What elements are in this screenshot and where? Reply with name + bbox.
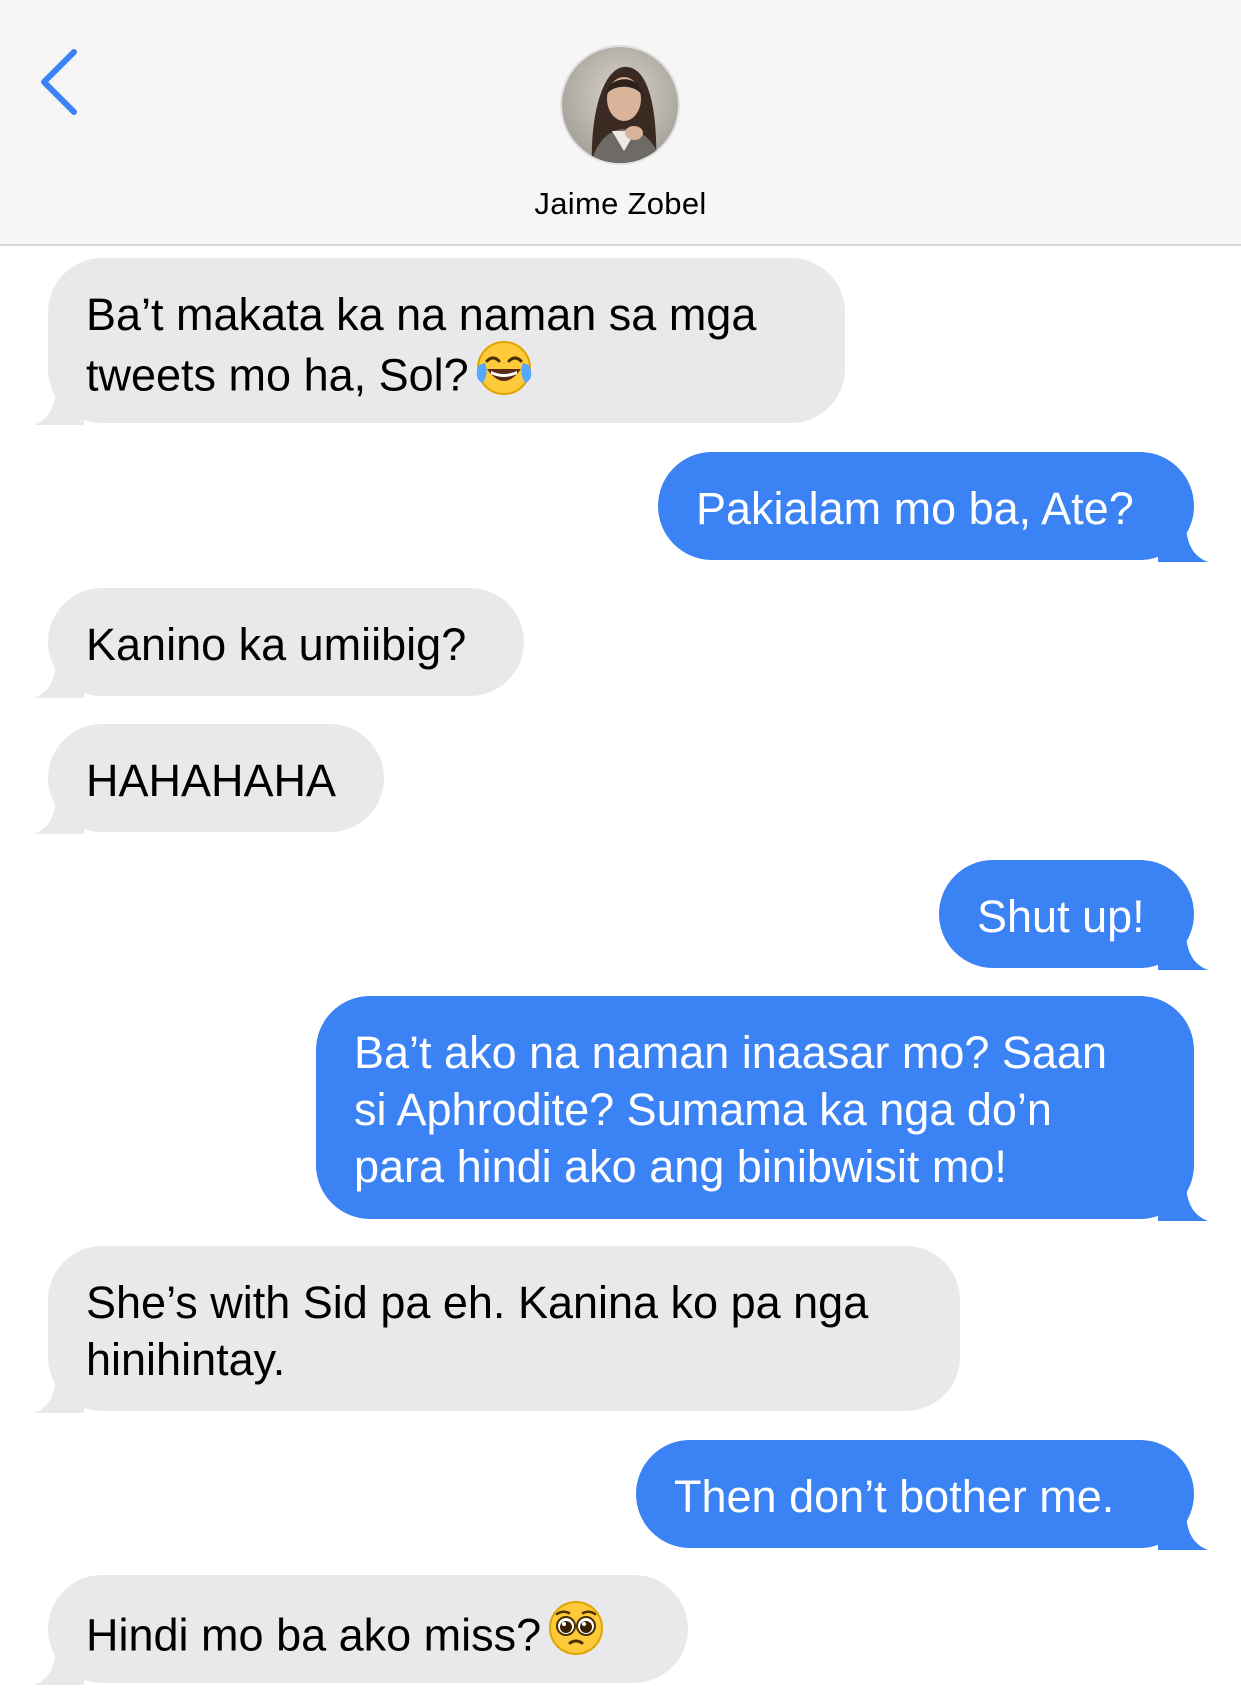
- message-text: HAHAHAHA: [86, 755, 337, 806]
- message-text: Ba’t ako na naman inaasar mo? Saan si Ap…: [354, 1027, 1107, 1192]
- message-text: Ba’t makata ka na naman sa mga tweets mo…: [86, 289, 757, 401]
- back-button[interactable]: [30, 40, 90, 120]
- message-text: She’s with Sid pa eh. Kanina ko pa nga h…: [86, 1277, 869, 1385]
- avatar[interactable]: [560, 45, 680, 165]
- message-bubble-incoming[interactable]: Ba’t makata ka na naman sa mga tweets mo…: [34, 258, 845, 425]
- message-text: Hindi mo ba ako miss?: [86, 1609, 542, 1661]
- message-bubble-outgoing[interactable]: Ba’t ako na naman inaasar mo? Saan si Ap…: [316, 996, 1208, 1221]
- message-text: Then don’t bother me.: [674, 1471, 1115, 1522]
- bubble-tail: [34, 794, 84, 834]
- message-bubble-incoming[interactable]: HAHAHAHA: [34, 724, 384, 834]
- contact-name[interactable]: Jaime Zobel: [0, 186, 1241, 222]
- message-bubble-incoming[interactable]: Hindi mo ba ako miss?: [34, 1575, 688, 1685]
- message-text: Kanino ka umiibig?: [86, 619, 467, 670]
- face-with-tears-of-joy-icon: [475, 339, 533, 410]
- pleading-face-icon: [547, 1599, 605, 1670]
- contact-photo: [562, 47, 678, 163]
- bubble-tail: [1158, 1181, 1208, 1221]
- message-text: Shut up!: [977, 891, 1145, 942]
- bubble-tail: [34, 1373, 84, 1413]
- message-text: Pakialam mo ba, Ate?: [696, 483, 1134, 534]
- bubble-tail: [34, 385, 84, 425]
- message-bubble-outgoing[interactable]: Shut up!: [939, 860, 1208, 970]
- bubble-tail: [1158, 1510, 1208, 1550]
- bubble-tail: [1158, 522, 1208, 562]
- message-bubble-incoming[interactable]: She’s with Sid pa eh. Kanina ko pa nga h…: [34, 1246, 960, 1413]
- chevron-left-icon: [41, 49, 77, 115]
- message-bubble-outgoing[interactable]: Pakialam mo ba, Ate?: [658, 452, 1208, 562]
- conversation-header: Jaime Zobel: [0, 0, 1241, 246]
- bubble-tail: [34, 658, 84, 698]
- bubble-tail: [1158, 930, 1208, 970]
- message-bubble-outgoing[interactable]: Then don’t bother me.: [636, 1440, 1208, 1550]
- message-bubble-incoming[interactable]: Kanino ka umiibig?: [34, 588, 524, 698]
- bubble-tail: [34, 1645, 84, 1685]
